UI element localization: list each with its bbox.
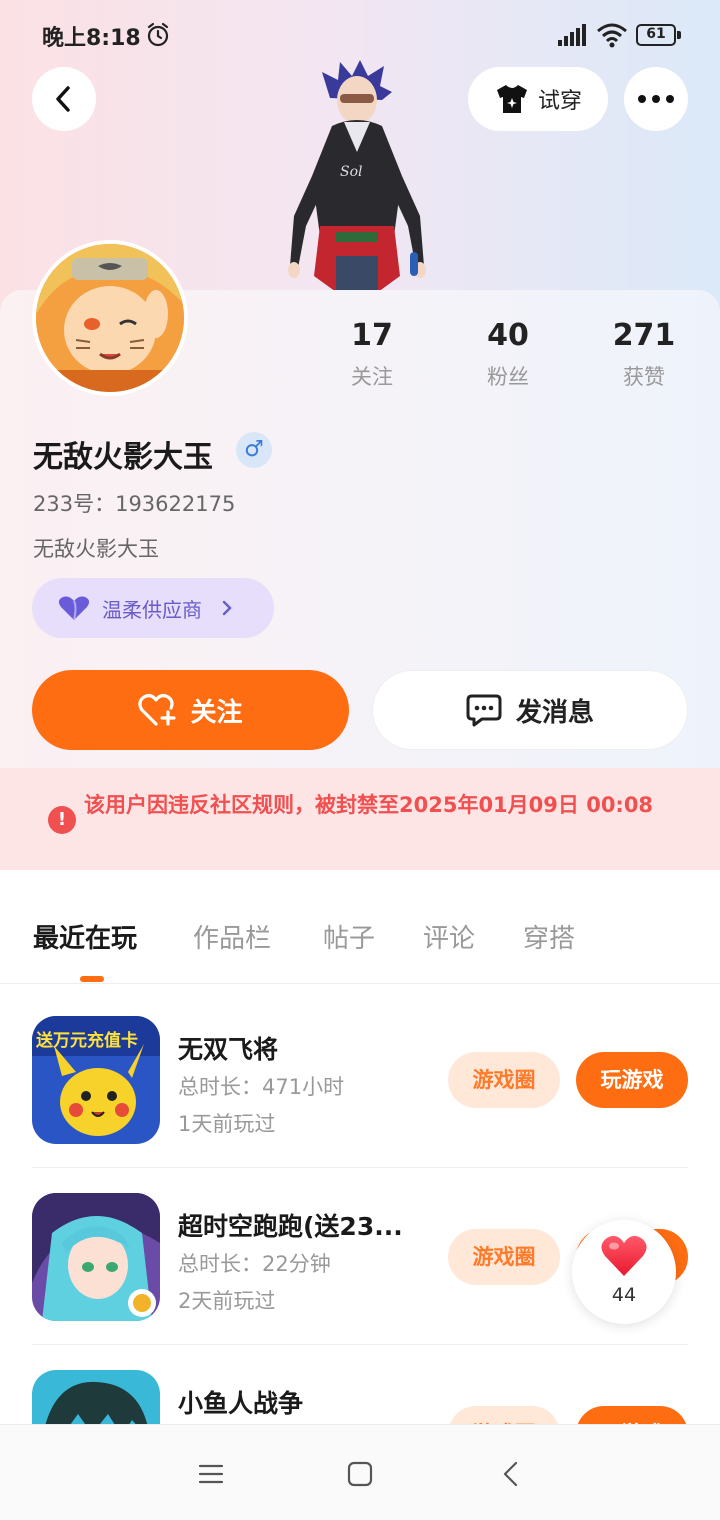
follow-button[interactable]: 关注 xyxy=(32,670,349,750)
game-name: 小鱼人战争 xyxy=(178,1389,304,1418)
system-nav-bar xyxy=(0,1424,720,1520)
send-message-button[interactable]: 发消息 xyxy=(372,670,688,750)
alarm-clock-icon xyxy=(147,22,169,47)
avatar[interactable] xyxy=(32,240,188,396)
game-circle-button[interactable]: 游戏圈 xyxy=(448,1406,560,1424)
avatar-character-figure: Sol xyxy=(288,60,426,292)
menu-icon[interactable] xyxy=(198,1461,224,1487)
game-icon-image[interactable]: 送万元充值卡 xyxy=(32,1016,160,1144)
more-dots-icon xyxy=(638,95,674,103)
game-row[interactable]: 小鱼人战争 游戏圈 玩游戏 xyxy=(0,1344,720,1424)
game-name: 超时空跑跑(送23... xyxy=(178,1212,403,1241)
status-time: 晚上8:18 xyxy=(42,26,141,51)
stat-likes-label: 获赞 xyxy=(623,365,665,389)
game-name: 无双飞将 xyxy=(178,1035,279,1064)
tshirt-icon xyxy=(496,85,527,113)
tab-comments[interactable]: 评论 xyxy=(423,918,475,955)
tab-recently-played[interactable]: 最近在玩 xyxy=(33,918,137,955)
battery-icon: 61 xyxy=(636,24,682,46)
profile-tabs: 最近在玩 作品栏 帖子 评论 穿搭 xyxy=(0,918,720,978)
warning-icon: ! xyxy=(48,806,76,834)
heart-plus-icon xyxy=(138,693,177,726)
stat-likes[interactable]: 271 获赞 xyxy=(594,318,694,391)
signal-icon xyxy=(558,24,586,46)
dark-hair-character-game-icon xyxy=(32,1370,160,1424)
try-on-button[interactable]: 试穿 xyxy=(468,67,608,131)
stat-following-label: 关注 xyxy=(351,365,393,389)
game-icon-image[interactable] xyxy=(32,1370,160,1424)
game-row[interactable]: 送万元充值卡 无双飞将 总时长：471小时 1天前玩过 游戏圈 玩游戏 xyxy=(0,990,720,1168)
ban-notice-text: 该用户因违反社区规则，被封禁至2025年01月09日 00:08 xyxy=(84,793,654,817)
anime-character-game-icon xyxy=(32,1193,160,1321)
nickname: 无敌火影大玉 xyxy=(33,440,213,475)
chat-bubble-icon xyxy=(466,694,502,727)
follow-label: 关注 xyxy=(190,697,243,728)
heart-icon xyxy=(601,1235,647,1276)
game-duration: 总时长：22分钟 xyxy=(178,1252,331,1276)
tab-outfits[interactable]: 穿搭 xyxy=(523,918,575,955)
stat-likes-value: 271 xyxy=(612,318,676,353)
stat-fans-value: 40 xyxy=(487,318,529,353)
game-last-played: 2天前玩过 xyxy=(178,1289,276,1313)
game-circle-button[interactable]: 游戏圈 xyxy=(448,1052,560,1108)
game-last-played: 1天前玩过 xyxy=(178,1112,276,1136)
play-game-button[interactable]: 玩游戏 xyxy=(576,1406,688,1424)
pikachu-game-icon: 送万元充值卡 xyxy=(32,1016,160,1144)
wifi-icon xyxy=(597,23,627,48)
user-id: 233号：193622175 xyxy=(33,492,236,516)
like-count: 44 xyxy=(611,1284,637,1306)
stat-following[interactable]: 17 关注 xyxy=(322,318,422,391)
game-duration: 总时长：471小时 xyxy=(178,1075,345,1099)
chevron-left-icon xyxy=(56,86,70,112)
more-button[interactable] xyxy=(624,67,688,131)
back-triangle-icon[interactable] xyxy=(498,1461,524,1487)
heart-icon xyxy=(58,596,90,621)
back-button[interactable] xyxy=(32,67,96,131)
stat-following-value: 17 xyxy=(351,318,393,353)
game-circle-button[interactable]: 游戏圈 xyxy=(448,1229,560,1285)
home-square-icon[interactable] xyxy=(347,1461,373,1487)
tab-posts[interactable]: 帖子 xyxy=(323,918,375,955)
tag-label: 温柔供应商 xyxy=(102,597,202,622)
stat-fans-label: 粉丝 xyxy=(487,365,529,389)
active-tab-indicator xyxy=(80,976,104,982)
stat-fans[interactable]: 40 粉丝 xyxy=(458,318,558,391)
user-bio: 无敌火影大玉 xyxy=(33,537,159,561)
male-gender-icon: ♂ xyxy=(236,432,272,468)
svg-text:Sol: Sol xyxy=(340,164,363,180)
tab-works[interactable]: 作品栏 xyxy=(193,918,271,955)
tabs-divider xyxy=(0,983,720,984)
game-icon-image[interactable] xyxy=(32,1193,160,1321)
battery-level: 61 xyxy=(636,24,676,46)
floating-like-button[interactable]: 44 xyxy=(572,1220,676,1324)
avatar-portrait-image xyxy=(36,244,184,392)
play-game-button[interactable]: 玩游戏 xyxy=(576,1052,688,1108)
try-on-label: 试穿 xyxy=(537,89,582,114)
send-message-label: 发消息 xyxy=(515,697,594,728)
chevron-right-icon xyxy=(222,600,232,616)
game-icon-text: 送万元充值卡 xyxy=(36,1030,138,1051)
tag-chip[interactable]: 温柔供应商 xyxy=(32,578,274,638)
